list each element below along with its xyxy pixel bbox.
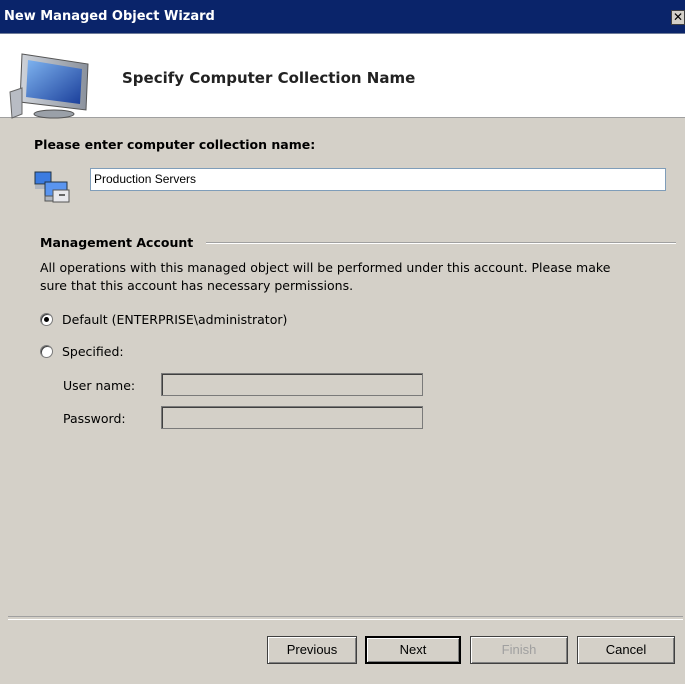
finish-button[interactable]: Finish: [470, 636, 568, 664]
wizard-header: Specify Computer Collection Name: [0, 34, 685, 119]
close-icon: ✕: [672, 10, 684, 24]
footer-divider: [8, 616, 683, 620]
computer-monitor-icon: [9, 53, 89, 119]
username-label: User name:: [63, 378, 136, 393]
previous-button[interactable]: Previous: [267, 636, 357, 664]
password-label: Password:: [63, 411, 126, 426]
section-divider: [206, 242, 676, 244]
next-button[interactable]: Next: [365, 636, 461, 664]
server-group-icon: [34, 171, 70, 203]
radio-default-account[interactable]: [40, 313, 53, 326]
username-field[interactable]: [161, 373, 423, 396]
management-account-heading: Management Account: [40, 235, 194, 250]
radio-specified-account[interactable]: [40, 345, 53, 358]
window-title: New Managed Object Wizard: [4, 9, 215, 24]
page-title: Specify Computer Collection Name: [122, 69, 416, 87]
radio-specified-label[interactable]: Specified:: [62, 344, 124, 359]
account-description-line-2: sure that this account has necessary per…: [40, 278, 354, 293]
radio-default-label[interactable]: Default (ENTERPRISE\administrator): [62, 312, 287, 327]
collection-name-prompt: Please enter computer collection name:: [34, 137, 316, 152]
close-button[interactable]: ✕: [671, 10, 685, 25]
wizard-window: New Managed Object Wizard ✕ Specify Comp…: [0, 0, 685, 684]
radio-selected-dot: [44, 317, 49, 322]
cancel-button[interactable]: Cancel: [577, 636, 675, 664]
collection-name-input[interactable]: Production Servers: [90, 168, 666, 191]
password-field[interactable]: [161, 406, 423, 429]
wizard-content: Please enter computer collection name: P…: [0, 118, 685, 608]
title-bar: New Managed Object Wizard ✕: [0, 0, 685, 34]
account-description-line-1: All operations with this managed object …: [40, 260, 611, 275]
